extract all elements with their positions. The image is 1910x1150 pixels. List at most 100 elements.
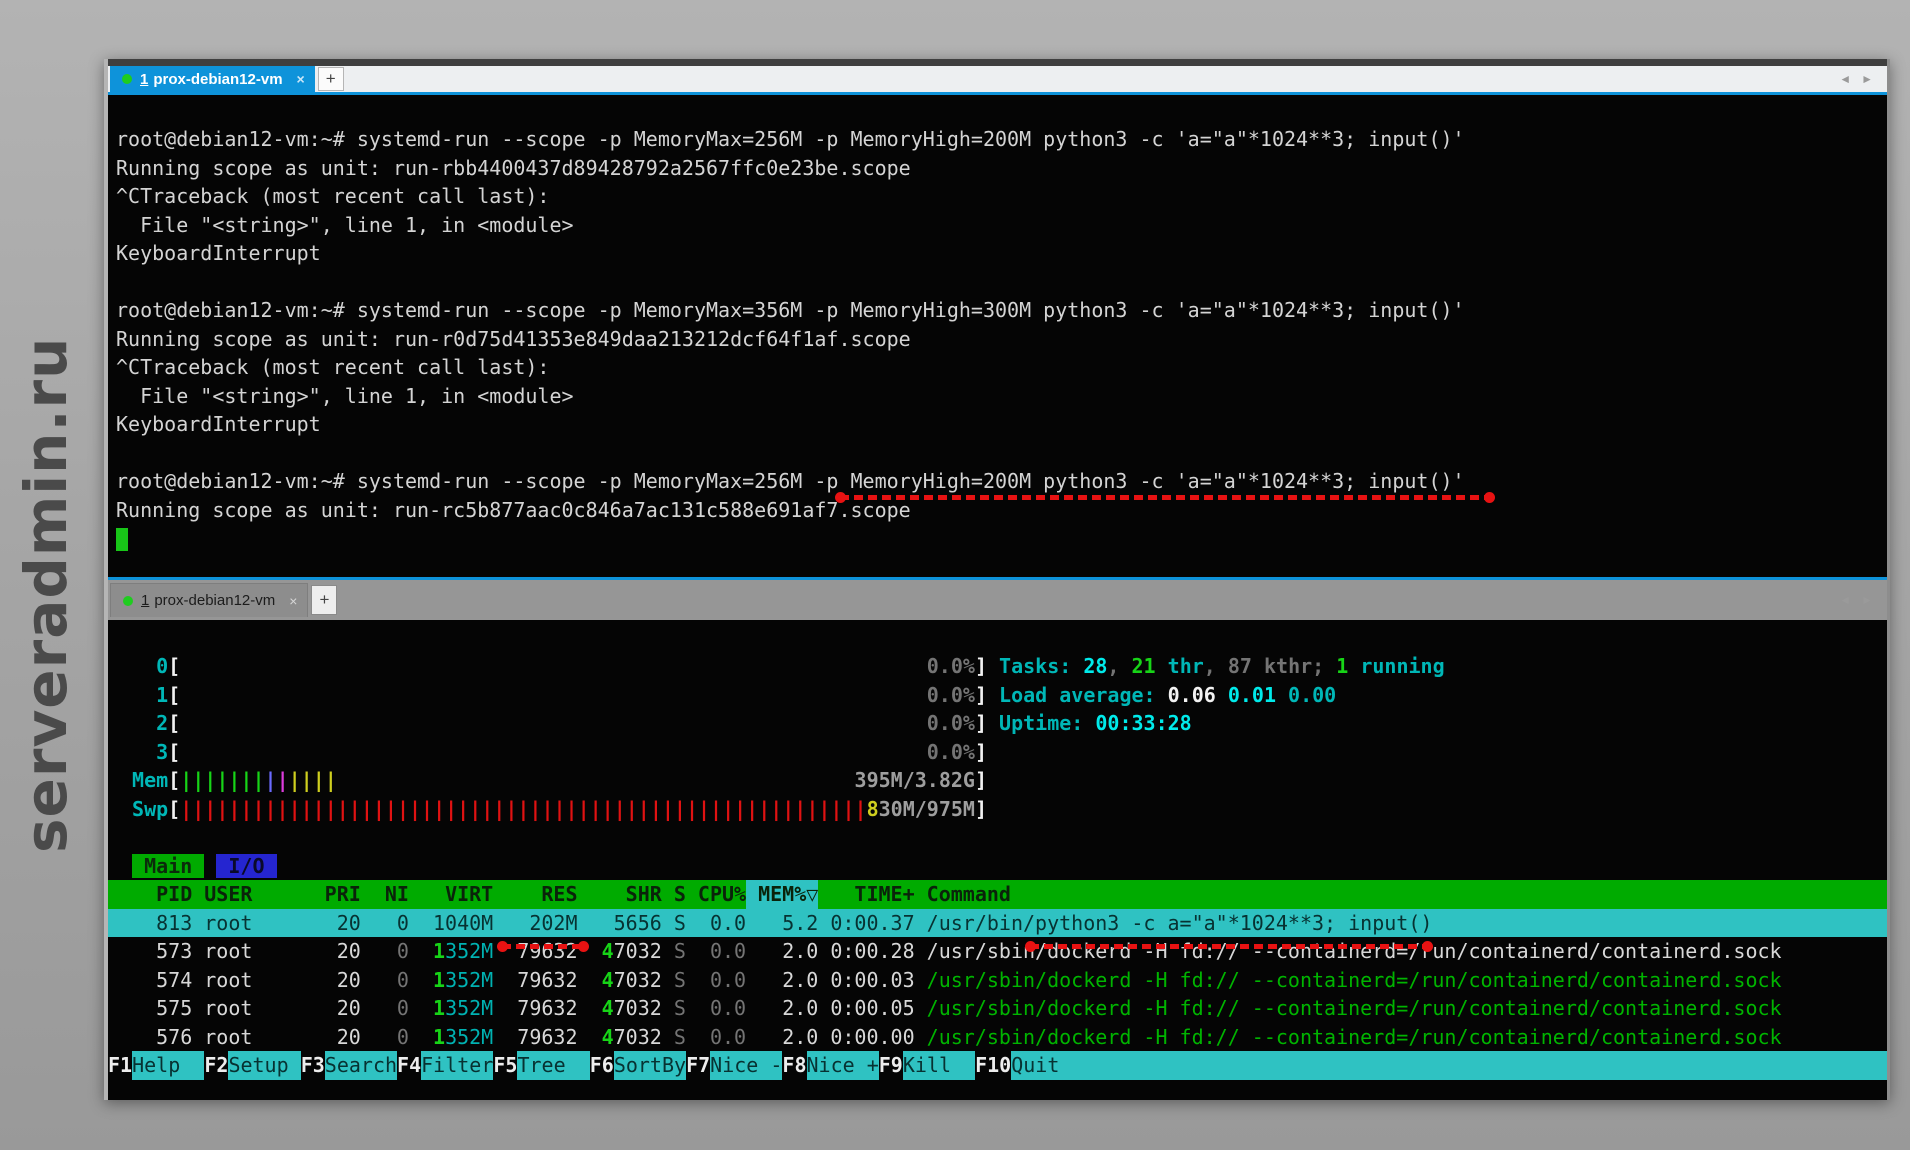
process-row[interactable]: 576root2001352M7963247032S0.02.00:00.00/… bbox=[108, 1023, 1887, 1052]
fkey-f7[interactable]: F7 bbox=[686, 1051, 710, 1080]
terminal-pane-shell[interactable]: root@debian12-vm:~# systemd-run --scope … bbox=[108, 95, 1887, 577]
terminal-line: KeyboardInterrupt bbox=[108, 410, 1887, 439]
cell-s: S bbox=[662, 1023, 686, 1052]
column-header-mem[interactable]: MEM%▽ bbox=[746, 880, 818, 909]
terminal-line: root@debian12-vm:~# systemd-run --scope … bbox=[108, 125, 1887, 154]
column-header-ni[interactable]: NI bbox=[361, 880, 409, 909]
process-row[interactable]: 573root2001352M7963247032S0.02.00:00.28/… bbox=[108, 937, 1887, 966]
text-segment: ] bbox=[975, 740, 987, 764]
new-tab-button[interactable]: + bbox=[311, 585, 337, 615]
fkey-label-f9[interactable]: Kill bbox=[903, 1051, 975, 1080]
process-row-selected[interactable]: 813root2001040M202M5656S0.05.20:00.37/us… bbox=[108, 909, 1887, 938]
text-segment bbox=[120, 768, 132, 792]
terminal-line bbox=[108, 268, 1887, 297]
text-segment bbox=[180, 740, 927, 764]
fkey-f4[interactable]: F4 bbox=[397, 1051, 421, 1080]
scroll-tabs-left-icon[interactable]: ◄ bbox=[1839, 72, 1851, 86]
column-header-cmd[interactable]: Command bbox=[915, 880, 1887, 909]
screen-tab-io[interactable]: I/O bbox=[216, 854, 276, 878]
text-segment: 0.01 bbox=[1228, 683, 1288, 707]
text-segment: 3 bbox=[156, 740, 168, 764]
column-header-user[interactable]: USER bbox=[192, 880, 312, 909]
text-segment: S bbox=[674, 1025, 686, 1049]
cell-pid: 813 bbox=[120, 909, 192, 938]
fkey-f9[interactable]: F9 bbox=[879, 1051, 903, 1080]
column-header-time[interactable]: TIME+ bbox=[818, 880, 914, 909]
text-segment: 0 bbox=[156, 654, 168, 678]
terminal-line: Running scope as unit: run-rbb4400437d89… bbox=[108, 154, 1887, 183]
column-header-pri[interactable]: PRI bbox=[313, 880, 361, 909]
new-tab-button[interactable]: + bbox=[318, 67, 344, 91]
tab-status-dot bbox=[122, 74, 132, 84]
cell-time: 0:00.00 bbox=[818, 1023, 914, 1052]
text-segment: 7032 bbox=[614, 968, 662, 992]
cell-shr: 47032 bbox=[578, 937, 662, 966]
fkey-f5[interactable]: F5 bbox=[493, 1051, 517, 1080]
text-segment: Swp bbox=[132, 797, 168, 821]
fkey-label-f8[interactable]: Nice + bbox=[807, 1051, 879, 1080]
fkey-f8[interactable]: F8 bbox=[782, 1051, 806, 1080]
scroll-tabs-right-icon[interactable]: ► bbox=[1861, 72, 1873, 86]
process-row[interactable]: 575root2001352M7963247032S0.02.00:00.05/… bbox=[108, 994, 1887, 1023]
fkey-label-f5[interactable]: Tree bbox=[517, 1051, 589, 1080]
tab-prox-debian12-vm-bottom[interactable]: 1 prox-debian12-vm × bbox=[110, 583, 308, 617]
column-header-virt[interactable]: VIRT bbox=[409, 880, 493, 909]
tab-title: prox-debian12-vm bbox=[154, 592, 275, 609]
text-segment: 0 bbox=[397, 1025, 409, 1049]
cell-shr: 47032 bbox=[578, 966, 662, 995]
text-segment: | bbox=[265, 768, 277, 792]
annotation-dockerd-command-underline bbox=[1030, 944, 1428, 949]
column-header-s[interactable]: S bbox=[662, 880, 686, 909]
window-frame-top bbox=[108, 59, 1887, 66]
cell-cpu: 0.0 bbox=[686, 994, 746, 1023]
fkey-f10[interactable]: F10 bbox=[975, 1051, 1011, 1080]
watermark: serveradmin.ru bbox=[12, 293, 80, 853]
text-segment: ] bbox=[975, 711, 987, 735]
fkey-label-f6[interactable]: SortBy bbox=[614, 1051, 686, 1080]
tab-prox-debian12-vm-top[interactable]: 1 prox-debian12-vm × bbox=[110, 66, 315, 92]
fkey-label-f1[interactable]: Help bbox=[132, 1051, 204, 1080]
fkey-label-f4[interactable]: Filter bbox=[421, 1051, 493, 1080]
text-segment bbox=[204, 854, 216, 878]
text-segment bbox=[120, 683, 156, 707]
fkey-f1[interactable]: F1 bbox=[108, 1051, 132, 1080]
text-segment: 0 bbox=[397, 939, 409, 963]
fkey-label-f10[interactable]: Quit bbox=[1011, 1051, 1083, 1080]
text-segment: 4 bbox=[602, 996, 614, 1020]
process-row[interactable]: 574root2001352M7963247032S0.02.00:00.03/… bbox=[108, 966, 1887, 995]
fkey-f6[interactable]: F6 bbox=[590, 1051, 614, 1080]
terminal-line: root@debian12-vm:~# systemd-run --scope … bbox=[108, 296, 1887, 325]
text-segment: 5.2 bbox=[782, 911, 818, 935]
scroll-tabs-right-icon[interactable]: ► bbox=[1861, 593, 1873, 607]
text-segment: 20 bbox=[337, 968, 361, 992]
text-segment: 1040M bbox=[433, 911, 493, 935]
cell-cpu: 0.0 bbox=[686, 1023, 746, 1052]
text-segment bbox=[180, 654, 927, 678]
fkey-label-f2[interactable]: Setup bbox=[228, 1051, 300, 1080]
fkey-label-f3[interactable]: Search bbox=[325, 1051, 397, 1080]
text-segment: ] bbox=[975, 654, 987, 678]
column-header-shr[interactable]: SHR bbox=[578, 880, 662, 909]
terminal-line: File "<string>", line 1, in <module> bbox=[108, 382, 1887, 411]
text-segment: 0.0% bbox=[927, 740, 975, 764]
cell-pid: 575 bbox=[120, 994, 192, 1023]
fkey-label-f7[interactable]: Nice - bbox=[710, 1051, 782, 1080]
text-segment: 352M bbox=[445, 939, 493, 963]
column-header-cpu[interactable]: CPU% bbox=[686, 880, 746, 909]
fkey-f3[interactable]: F3 bbox=[301, 1051, 325, 1080]
column-header-pid[interactable]: PID bbox=[120, 880, 192, 909]
fkey-f2[interactable]: F2 bbox=[204, 1051, 228, 1080]
terminal-pane-htop[interactable]: 0[ 0.0%] Tasks: 28, 21 thr, 87 kthr; 1 r… bbox=[108, 620, 1887, 1100]
close-tab-icon[interactable]: × bbox=[297, 71, 305, 87]
screen-tab-main[interactable]: Main bbox=[132, 854, 204, 878]
text-segment: /usr/sbin/dockerd -H fd:// --containerd=… bbox=[927, 939, 1782, 963]
close-tab-icon[interactable]: × bbox=[289, 593, 297, 609]
text-segment bbox=[120, 797, 132, 821]
text-segment: [ bbox=[168, 797, 180, 821]
column-header-res[interactable]: RES bbox=[493, 880, 577, 909]
scroll-tabs-left-icon[interactable]: ◄ bbox=[1839, 593, 1851, 607]
annotation-memoryhigh-command-underline bbox=[840, 495, 1490, 500]
text-segment: 1 bbox=[433, 996, 445, 1020]
cell-shr: 5656 bbox=[578, 909, 662, 938]
cell-user: root bbox=[192, 1023, 312, 1052]
